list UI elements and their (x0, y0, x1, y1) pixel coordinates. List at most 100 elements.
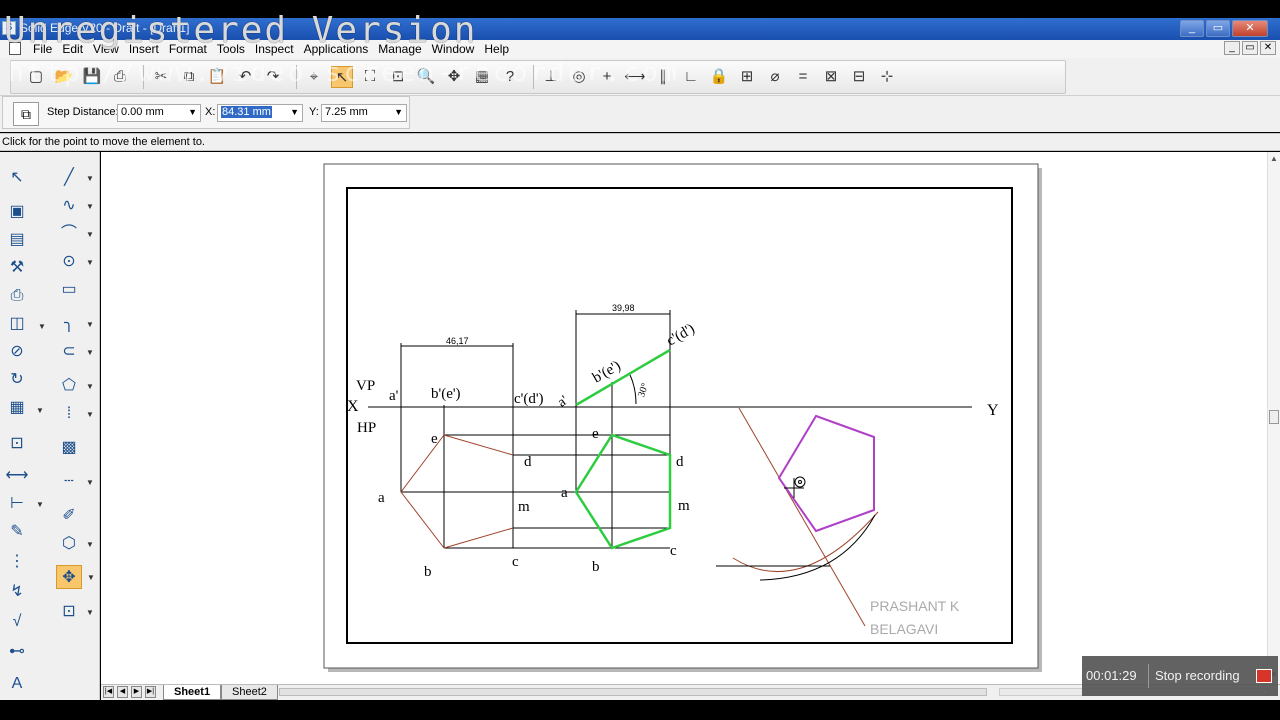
menu-file[interactable]: File (28, 42, 57, 56)
offset-tool-icon[interactable]: ⬠ (56, 374, 82, 398)
sheet-setup-icon[interactable]: ▣ (4, 200, 30, 224)
chevron-down-icon[interactable]: ▼ (38, 322, 46, 331)
chevron-down-icon[interactable]: ▼ (36, 406, 44, 415)
chevron-down-icon[interactable]: ▼ (86, 202, 94, 211)
y-input[interactable]: 7.25 mm ▼ (321, 104, 407, 122)
chevron-down-icon[interactable]: ▼ (86, 174, 94, 183)
leader-icon[interactable]: ✎ (4, 520, 30, 544)
chevron-down-icon[interactable]: ▼ (86, 230, 94, 239)
pan-icon[interactable]: ✥ (443, 66, 465, 88)
print-icon[interactable]: ⎙ (109, 66, 131, 88)
chevron-down-icon[interactable]: ▼ (188, 107, 197, 117)
text-icon[interactable]: A (4, 672, 30, 696)
chevron-down-icon[interactable]: ▼ (87, 573, 95, 582)
print-area-icon[interactable]: ⎙ (4, 284, 30, 308)
intersect-icon[interactable]: + (596, 66, 618, 88)
parallel-icon[interactable]: ∥ (652, 66, 674, 88)
solid-edge-app-icon[interactable]: S (2, 21, 16, 35)
select-icon[interactable]: ⌖ (303, 66, 325, 88)
chevron-down-icon[interactable]: ▼ (86, 382, 94, 391)
zoom-area-icon[interactable]: ⛶ (359, 66, 381, 88)
doc-minimize-button[interactable]: _ (1224, 41, 1240, 55)
move-tool-icon[interactable]: ✥ (56, 565, 82, 589)
menu-inspect[interactable]: Inspect (250, 42, 299, 56)
chevron-down-icon[interactable]: ▼ (86, 608, 94, 617)
angle-icon[interactable]: ∟ (680, 66, 702, 88)
grid-icon[interactable]: ▦ (471, 66, 493, 88)
dim-39-98[interactable]: 39,98 (612, 303, 635, 313)
rectangle-tool-icon[interactable]: ▭ (56, 278, 82, 302)
save-icon[interactable]: 💾 (81, 66, 103, 88)
drawing-svg[interactable]: X Y VP HP 46,17 39,98 30° a' b'(e') c'(d… (101, 152, 1267, 684)
menu-insert[interactable]: Insert (124, 42, 164, 56)
fill-tool-icon[interactable]: ▩ (56, 436, 82, 460)
chevron-down-icon[interactable]: ▼ (86, 478, 94, 487)
scroll-up-icon[interactable]: ▲ (1270, 154, 1278, 163)
menu-view[interactable]: View (88, 42, 124, 56)
minimize-button[interactable]: _ (1180, 20, 1204, 37)
move-options-icon[interactable]: ⧉ (13, 102, 39, 126)
hatch-tool-icon[interactable]: ┄ (56, 470, 82, 494)
equal-icon[interactable]: = (792, 66, 814, 88)
dimension-icon[interactable]: ⟷ (4, 464, 30, 488)
trim-tool-icon[interactable]: ⊂ (56, 340, 82, 364)
restore-button[interactable]: ▭ (1206, 20, 1230, 37)
step-distance-input[interactable]: 0.00 mm ▼ (117, 104, 201, 122)
menu-help[interactable]: Help (479, 42, 514, 56)
stop-recording-button[interactable]: Stop recording (1155, 668, 1240, 683)
redo-icon[interactable]: ↷ (262, 66, 284, 88)
next-sheet-icon[interactable]: ▶ (131, 686, 142, 698)
curve-tool-icon[interactable]: ∿ (56, 194, 82, 218)
scroll-thumb[interactable] (1269, 410, 1279, 424)
paste-icon[interactable]: 📋 (206, 66, 228, 88)
menu-window[interactable]: Window (427, 42, 480, 56)
no-icon[interactable]: ⊘ (4, 340, 30, 364)
maintain-relationships-icon[interactable]: ⊟ (848, 66, 870, 88)
line-tool-icon[interactable]: ╱ (56, 166, 82, 190)
scale-tool-icon[interactable]: ⊡ (56, 600, 82, 624)
connect-icon[interactable]: ⊹ (876, 66, 898, 88)
document-icon[interactable] (9, 42, 21, 55)
open-icon[interactable]: 📂 (53, 66, 75, 88)
lock-icon[interactable]: 🔒 (708, 66, 730, 88)
chevron-down-icon[interactable]: ▼ (36, 500, 44, 509)
prev-sheet-icon[interactable]: ◀ (117, 686, 128, 698)
distance-between-icon[interactable]: ⊢ (4, 492, 30, 516)
layers-icon[interactable]: ▤ (4, 228, 30, 252)
zoom-fit-icon[interactable]: ⊡ (387, 66, 409, 88)
chevron-down-icon[interactable]: ▼ (86, 348, 94, 357)
sheet[interactable] (323, 163, 1039, 669)
menu-tools[interactable]: Tools (212, 42, 250, 56)
menu-edit[interactable]: Edit (57, 42, 88, 56)
chevron-down-icon[interactable]: ▼ (394, 107, 403, 117)
chevron-down-icon[interactable]: ▼ (86, 410, 94, 419)
collinear-icon[interactable]: ⟷ (624, 66, 646, 88)
drawing-canvas[interactable]: X Y VP HP 46,17 39,98 30° a' b'(e') c'(d… (101, 152, 1267, 684)
view-icon[interactable]: ⊡ (4, 432, 30, 456)
smart-dimension-icon[interactable]: ⋮ (4, 550, 30, 574)
close-button[interactable]: ✕ (1232, 20, 1268, 37)
first-sheet-icon[interactable]: |◀ (103, 686, 114, 698)
chevron-down-icon[interactable]: ▼ (290, 107, 299, 117)
rigid-set-icon[interactable]: ⊞ (736, 66, 758, 88)
tangent-icon[interactable]: ◎ (568, 66, 590, 88)
help-pointer-icon[interactable]: ? (499, 66, 521, 88)
perpendicular-icon[interactable]: ⊥ (540, 66, 562, 88)
fillet-tool-icon[interactable]: ╮ (56, 312, 82, 336)
chevron-down-icon[interactable]: ▼ (86, 320, 94, 329)
doc-close-button[interactable]: ✕ (1260, 41, 1276, 55)
tools-icon[interactable]: ⚒ (4, 256, 30, 280)
table-icon[interactable]: ▦ (4, 396, 30, 420)
cut-icon[interactable]: ✂ (150, 66, 172, 88)
arc-tool-icon[interactable]: ⌒ (56, 222, 82, 246)
tab-sheet1[interactable]: Sheet1 (163, 685, 222, 700)
chevron-down-icon[interactable]: ▼ (86, 258, 94, 267)
symmetric-icon[interactable]: ⌀ (764, 66, 786, 88)
horizontal-scrollbar[interactable] (279, 688, 987, 696)
3d-model-icon[interactable]: ⬡ (56, 532, 82, 556)
undo-icon[interactable]: ↶ (234, 66, 256, 88)
x-input[interactable]: 84.31 mm ▼ (217, 104, 303, 122)
pattern-tool-icon[interactable]: ⁞ (56, 402, 82, 426)
section-view-icon[interactable]: ◫ (4, 312, 30, 336)
copy-icon[interactable]: ⧉ (178, 66, 200, 88)
